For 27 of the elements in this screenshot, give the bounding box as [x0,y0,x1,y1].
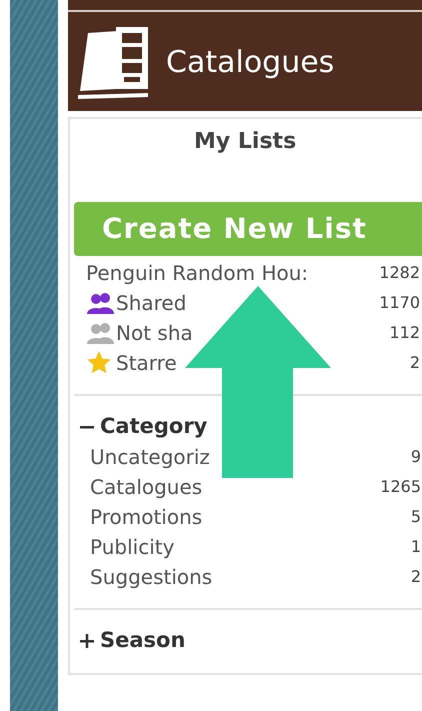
star-icon [86,350,112,376]
list-name[interactable]: Not sha [116,318,193,348]
plus-icon[interactable] [80,634,94,648]
list-name[interactable]: Suggestions [90,562,212,592]
list-name[interactable]: Shared [116,288,186,318]
header-title: Catalogues [166,44,334,82]
list-count: 2 [410,352,420,374]
group-title[interactable]: Category [100,411,208,443]
list-count: 9 [410,446,421,468]
list-name[interactable]: Uncategoriz [90,442,210,472]
list-count: 1 [410,536,421,558]
panel-title: My Lists [194,128,296,156]
list-count: 2 [410,566,421,588]
users-icon [86,292,116,314]
list-name[interactable]: Penguin Random Hou: [86,258,308,288]
list-count: 1170 [379,292,420,314]
group-title[interactable]: Season [100,625,186,657]
list-name[interactable]: Publicity [90,532,174,562]
list-count: 112 [389,322,420,344]
book-icon [78,25,150,99]
list-count: 5 [410,506,421,528]
list-count: 1265 [380,476,421,498]
list-name[interactable]: Starre [116,348,177,378]
users-icon [86,322,116,344]
list-count: 1282 [379,262,420,284]
list-name[interactable]: Promotions [90,502,202,532]
list-name[interactable]: Catalogues [90,472,202,502]
